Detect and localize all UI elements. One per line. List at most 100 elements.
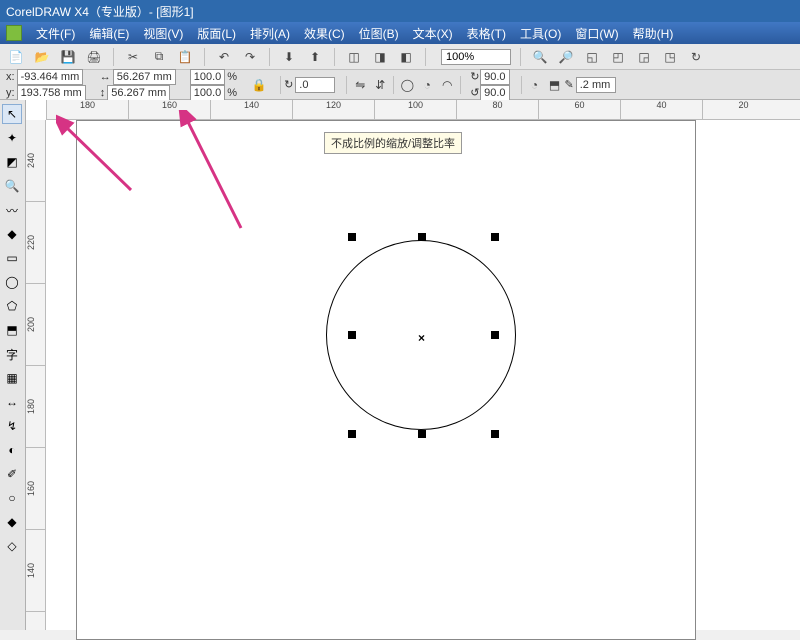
menu-layout[interactable]: 版面(L) bbox=[197, 25, 236, 42]
menu-tools[interactable]: 工具(O) bbox=[520, 25, 561, 42]
crop-tool[interactable]: ◩ bbox=[2, 152, 22, 172]
save-button[interactable]: 💾 bbox=[58, 47, 78, 67]
zoom-all-button[interactable]: ◰ bbox=[608, 47, 628, 67]
ruler-tick: 140 bbox=[210, 100, 292, 119]
zoom-tool[interactable]: 🔍 bbox=[2, 176, 22, 196]
fill-tool[interactable]: ◆ bbox=[2, 512, 22, 532]
new-button[interactable]: 📄 bbox=[6, 47, 26, 67]
copy-button[interactable]: ⧉ bbox=[149, 47, 169, 67]
menu-table[interactable]: 表格(T) bbox=[467, 25, 506, 42]
selection-handle[interactable] bbox=[348, 331, 356, 339]
print-button[interactable]: 🖨 bbox=[84, 47, 104, 67]
zoom-in-button[interactable]: 🔍 bbox=[530, 47, 550, 67]
export-button[interactable]: ⬆ bbox=[305, 47, 325, 67]
start-angle-field[interactable]: 90.0 bbox=[480, 69, 510, 85]
interactive-fill-tool[interactable]: ◇ bbox=[2, 536, 22, 556]
pie-button[interactable]: ◔ bbox=[417, 75, 437, 95]
percent-label: % bbox=[227, 87, 237, 99]
menu-text[interactable]: 文本(X) bbox=[413, 25, 453, 42]
zoom-fit-button[interactable]: ◳ bbox=[660, 47, 680, 67]
standard-toolbar: 📄 📂 💾 🖨 ✂ ⧉ 📋 ↶ ↷ ⬇ ⬆ ◫ ◨ ◧ 🔍 🔎 ◱ ◰ ◲ ◳ … bbox=[0, 44, 800, 70]
menu-edit[interactable]: 编辑(E) bbox=[89, 25, 129, 42]
menu-window[interactable]: 窗口(W) bbox=[575, 25, 618, 42]
convert-curves-button[interactable]: ⬒ bbox=[545, 75, 565, 95]
paste-button[interactable]: 📋 bbox=[175, 47, 195, 67]
menu-help[interactable]: 帮助(H) bbox=[633, 25, 674, 42]
zoom-select[interactable] bbox=[441, 49, 511, 65]
import-button[interactable]: ⬇ bbox=[279, 47, 299, 67]
ellipse-tool[interactable]: ◯ bbox=[2, 272, 22, 292]
trim-button[interactable]: ◨ bbox=[370, 47, 390, 67]
zoom-page-button[interactable]: ◱ bbox=[582, 47, 602, 67]
lock-ratio-button[interactable]: 🔒 bbox=[249, 75, 269, 95]
selection-handle[interactable] bbox=[491, 233, 499, 241]
rotation-field[interactable]: .0 bbox=[295, 77, 335, 93]
refresh-button[interactable]: ↻ bbox=[686, 47, 706, 67]
undo-button[interactable]: ↶ bbox=[214, 47, 234, 67]
scale-y-field[interactable]: 100.0 bbox=[190, 85, 226, 101]
ruler-tick: 20 bbox=[702, 100, 784, 119]
polygon-tool[interactable]: ⬠ bbox=[2, 296, 22, 316]
canvas[interactable]: × 不成比例的缩放/调整比率 bbox=[46, 120, 800, 630]
selection-handle[interactable] bbox=[491, 331, 499, 339]
redo-button[interactable]: ↷ bbox=[240, 47, 260, 67]
mirror-h-button[interactable]: ⇋ bbox=[350, 75, 370, 95]
separator bbox=[425, 48, 426, 66]
selection-handle[interactable] bbox=[348, 430, 356, 438]
width-field[interactable]: 56.267 mm bbox=[113, 69, 176, 85]
smart-fill-tool[interactable]: ◆ bbox=[2, 224, 22, 244]
x-field[interactable]: -93.464 mm bbox=[17, 69, 84, 85]
arc-button[interactable]: ◠ bbox=[437, 75, 457, 95]
ruler-tick: 220 bbox=[26, 202, 45, 284]
separator bbox=[521, 76, 522, 94]
end-angle-field[interactable]: 90.0 bbox=[480, 85, 510, 101]
height-label-icon: ↕ bbox=[100, 87, 106, 99]
dimension-tool[interactable]: ↔ bbox=[2, 392, 22, 412]
ellipse-button[interactable]: ◯ bbox=[397, 75, 417, 95]
selection-handle[interactable] bbox=[348, 233, 356, 241]
zoom-selection-button[interactable]: ◲ bbox=[634, 47, 654, 67]
vertical-ruler: 240220200180160140 bbox=[26, 120, 46, 630]
separator bbox=[520, 48, 521, 66]
connector-tool[interactable]: ↯ bbox=[2, 416, 22, 436]
table-tool[interactable]: ▦ bbox=[2, 368, 22, 388]
horizontal-ruler: 18016014012010080604020 bbox=[46, 100, 800, 120]
text-tool[interactable]: 字 bbox=[2, 344, 22, 364]
cut-button[interactable]: ✂ bbox=[123, 47, 143, 67]
basic-shapes-tool[interactable]: ⬒ bbox=[2, 320, 22, 340]
menu-view[interactable]: 视图(V) bbox=[143, 25, 183, 42]
height-field[interactable]: 56.267 mm bbox=[107, 85, 170, 101]
outline-width-field[interactable]: .2 mm bbox=[576, 77, 616, 93]
toolbox: ↖ ✦ ◩ 🔍 〰 ◆ ▭ ◯ ⬠ ⬒ 字 ▦ ↔ ↯ ◐ ✐ ○ ◆ ◇ bbox=[0, 100, 26, 630]
y-field[interactable]: 193.758 mm bbox=[17, 85, 86, 101]
x-label: x: bbox=[6, 71, 15, 83]
weld-button[interactable]: ◫ bbox=[344, 47, 364, 67]
selection-handle[interactable] bbox=[418, 430, 426, 438]
selection-handle[interactable] bbox=[491, 430, 499, 438]
wrap-text-button[interactable]: ◔ bbox=[525, 75, 545, 95]
menu-file[interactable]: 文件(F) bbox=[36, 25, 75, 42]
eyedropper-tool[interactable]: ✐ bbox=[2, 464, 22, 484]
outline-tool[interactable]: ○ bbox=[2, 488, 22, 508]
selection-handle[interactable] bbox=[418, 233, 426, 241]
freehand-tool[interactable]: 〰 bbox=[2, 200, 22, 220]
separator bbox=[346, 76, 347, 94]
interactive-blend-tool[interactable]: ◐ bbox=[2, 440, 22, 460]
scale-x-field[interactable]: 100.0 bbox=[190, 69, 226, 85]
separator bbox=[280, 76, 281, 94]
ruler-tick: 200 bbox=[26, 284, 45, 366]
ruler-canvas-wrap: 18016014012010080604020 2402202001801601… bbox=[26, 100, 800, 630]
separator bbox=[334, 48, 335, 66]
menu-effects[interactable]: 效果(C) bbox=[304, 25, 345, 42]
pick-tool[interactable]: ↖ bbox=[2, 104, 22, 124]
menu-bitmaps[interactable]: 位图(B) bbox=[359, 25, 399, 42]
shape-tool[interactable]: ✦ bbox=[2, 128, 22, 148]
intersect-button[interactable]: ◧ bbox=[396, 47, 416, 67]
rectangle-tool[interactable]: ▭ bbox=[2, 248, 22, 268]
width-label-icon: ↔ bbox=[100, 71, 111, 83]
open-button[interactable]: 📂 bbox=[32, 47, 52, 67]
ruler-tick: 240 bbox=[26, 120, 45, 202]
mirror-v-button[interactable]: ⇵ bbox=[370, 75, 390, 95]
zoom-out-button[interactable]: 🔎 bbox=[556, 47, 576, 67]
menu-arrange[interactable]: 排列(A) bbox=[250, 25, 290, 42]
